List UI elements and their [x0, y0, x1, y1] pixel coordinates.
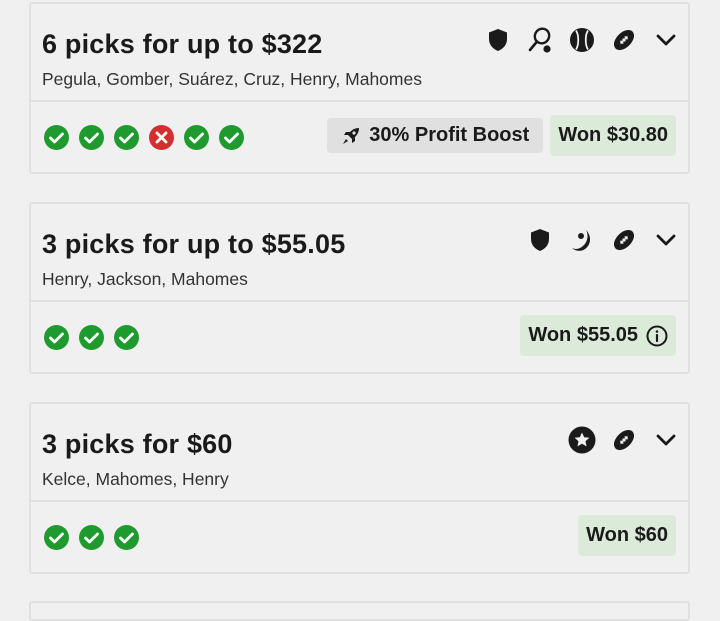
shield-icon — [484, 26, 512, 54]
entry-players: Pegula, Gomber, Suárez, Cruz, Henry, Mah… — [42, 69, 422, 89]
shield-icon — [526, 226, 554, 254]
pick-results — [44, 125, 244, 150]
won-amount: Won $60 — [586, 524, 668, 546]
football-icon — [610, 26, 638, 54]
moon-icon — [568, 226, 596, 254]
close-x-icon — [149, 125, 174, 150]
won-badge: Won $55.05 — [520, 315, 676, 356]
profit-boost-label: 30% Profit Boost — [369, 124, 530, 146]
entry-header: 3 picks for $60 Kelce, Mahomes, Henry — [31, 404, 688, 502]
entry-card[interactable]: 3 picks for up to $55.05 Henry, Jackson,… — [29, 202, 690, 374]
chevron-down-icon[interactable] — [652, 226, 680, 254]
check-icon — [114, 525, 139, 550]
check-icon — [79, 325, 104, 350]
entry-title: 3 picks for up to $55.05 — [42, 229, 346, 259]
tennis-racket-icon — [526, 26, 554, 54]
entry-footer: 30% Profit Boost Won $30.80 — [31, 102, 688, 172]
entry-footer: Won $60 — [31, 502, 688, 572]
pick-results — [44, 325, 139, 350]
entry-header: 3 picks for up to $55.05 Henry, Jackson,… — [31, 204, 688, 302]
info-icon[interactable] — [646, 325, 668, 347]
pick-results — [44, 525, 139, 550]
check-icon — [114, 325, 139, 350]
check-icon — [114, 125, 139, 150]
won-amount: Won $55.05 — [528, 324, 638, 346]
entry-icons — [526, 226, 680, 254]
entry-card-partial[interactable] — [29, 601, 690, 621]
entry-payout-area: 30% Profit Boost Won $30.80 — [327, 115, 676, 156]
won-badge: Won $30.80 — [550, 115, 676, 156]
check-icon — [44, 525, 69, 550]
check-icon — [79, 125, 104, 150]
check-icon — [79, 525, 104, 550]
chevron-down-icon[interactable] — [652, 426, 680, 454]
won-amount: Won $30.80 — [558, 124, 668, 146]
star-icon — [568, 426, 596, 454]
football-icon — [610, 226, 638, 254]
entry-players: Henry, Jackson, Mahomes — [42, 269, 248, 289]
entry-players: Kelce, Mahomes, Henry — [42, 469, 229, 489]
baseball-icon — [568, 26, 596, 54]
check-icon — [44, 125, 69, 150]
check-icon — [44, 325, 69, 350]
entry-payout-area: Won $60 — [578, 515, 676, 556]
check-icon — [184, 125, 209, 150]
profit-boost-badge: 30% Profit Boost — [327, 118, 544, 153]
entry-title: 6 picks for up to $322 — [42, 29, 323, 59]
entry-icons — [484, 26, 680, 54]
entry-payout-area: Won $55.05 — [520, 315, 676, 356]
entry-card[interactable]: 6 picks for up to $322 Pegula, Gomber, S… — [29, 2, 690, 174]
won-badge: Won $60 — [578, 515, 676, 556]
football-icon — [610, 426, 638, 454]
check-icon — [219, 125, 244, 150]
entry-footer: Won $55.05 — [31, 302, 688, 372]
entry-title: 3 picks for $60 — [42, 429, 233, 459]
chevron-down-icon[interactable] — [652, 26, 680, 54]
entry-icons — [568, 426, 680, 454]
rocket-icon — [343, 127, 360, 144]
entry-card[interactable]: 3 picks for $60 Kelce, Mahomes, Henry Wo… — [29, 402, 690, 574]
entry-header: 6 picks for up to $322 Pegula, Gomber, S… — [31, 4, 688, 102]
